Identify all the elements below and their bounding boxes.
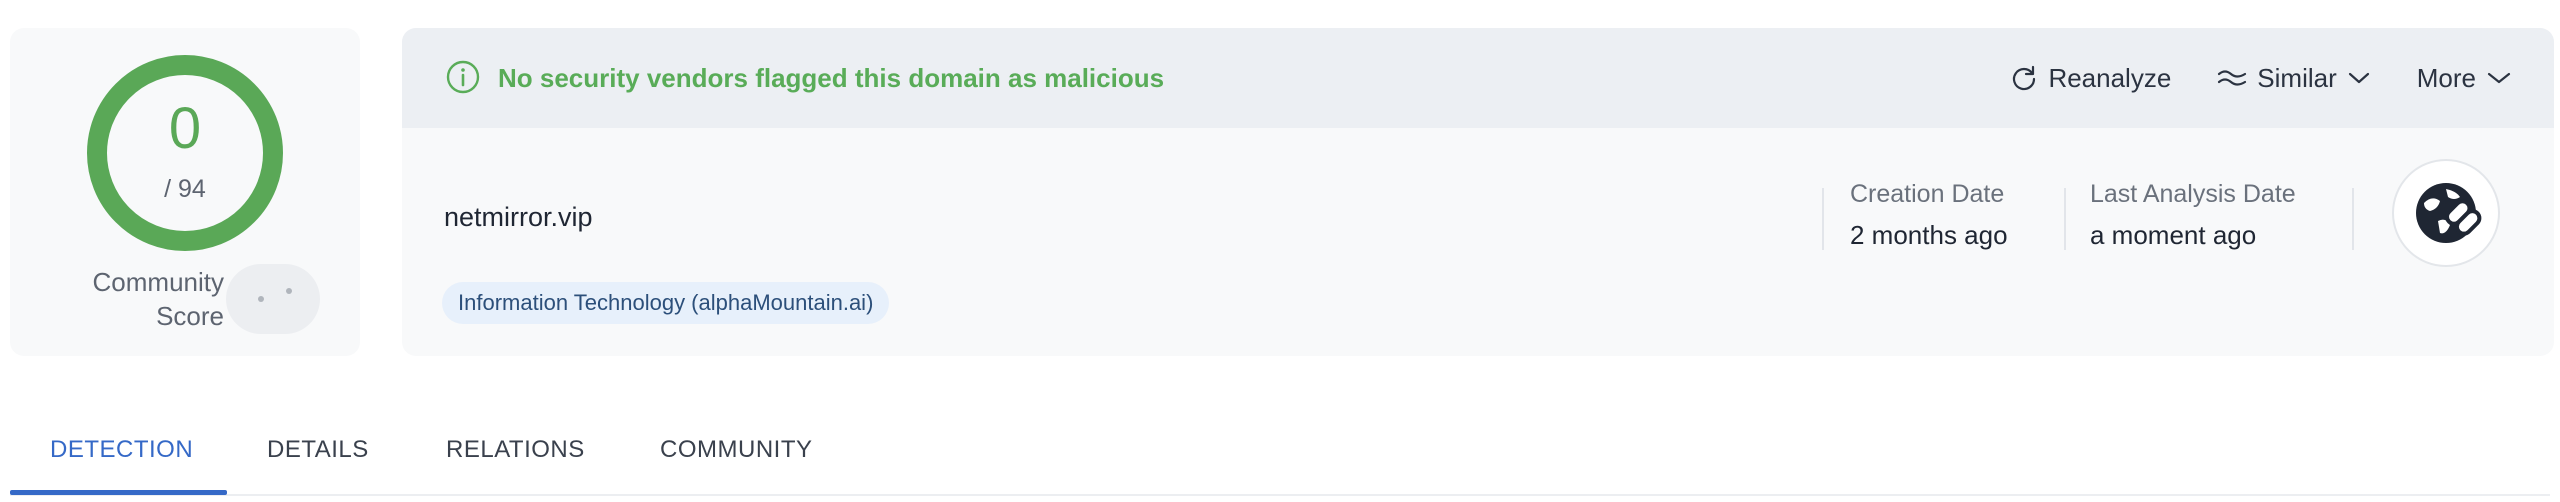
detection-score-card: 0 / 94 Community Score: [10, 28, 360, 356]
community-score-label: Community Score: [58, 265, 224, 333]
refresh-icon: [2013, 65, 2036, 91]
detection-score-total: / 94: [164, 175, 206, 203]
tab-detection[interactable]: DETECTION: [50, 436, 193, 464]
more-label: More: [2416, 62, 2476, 93]
category-tag[interactable]: Information Technology (alphaMountain.ai…: [442, 282, 890, 324]
creation-date-label: Creation Date: [1850, 180, 2005, 208]
similar-dropdown[interactable]: Similar: [2217, 63, 2370, 94]
globe-link-icon: [2416, 183, 2482, 243]
more-dropdown[interactable]: More: [2417, 63, 2512, 94]
tab-relations[interactable]: RELATIONS: [446, 436, 585, 464]
community-score-label-line2: Score: [156, 301, 224, 331]
detection-score-ring: 0 / 94: [85, 53, 285, 253]
verdict-message: No security vendors flagged this domain …: [498, 63, 1165, 93]
chevron-down-icon: [2348, 72, 2369, 84]
tab-community[interactable]: COMMUNITY: [660, 436, 812, 464]
creation-date-value: 2 months ago: [1850, 220, 2008, 250]
reanalyze-label: Reanalyze: [2048, 62, 2172, 93]
last-analysis-date-label: Last Analysis Date: [2090, 180, 2296, 208]
community-score-toggle[interactable]: [226, 264, 320, 334]
report-tabs: DETECTION DETAILS RELATIONS COMMUNITY: [10, 400, 2550, 496]
similar-label: Similar: [2257, 62, 2337, 93]
last-analysis-date-value: a moment ago: [2090, 220, 2257, 250]
meta-divider: [2352, 188, 2354, 250]
active-tab-indicator: [10, 490, 227, 495]
tab-details[interactable]: DETAILS: [267, 436, 369, 464]
reanalyze-button[interactable]: Reanalyze: [2010, 63, 2171, 94]
domain-name[interactable]: netmirror.vip: [444, 202, 593, 233]
detection-score-value: 0: [168, 96, 202, 161]
meta-divider: [1822, 188, 1824, 250]
entity-summary-card: No security vendors flagged this domain …: [402, 28, 2554, 356]
info-circle-icon: [446, 60, 480, 94]
domain-type-badge: [2392, 159, 2500, 267]
chevron-down-icon: [2487, 72, 2511, 84]
community-toggle-dot-right: [286, 288, 292, 294]
community-toggle-dot-left: [258, 296, 264, 302]
meta-divider: [2064, 188, 2066, 250]
similar-wave-icon: [2218, 70, 2247, 86]
banner-actions: Reanalyze Similar More: [2010, 56, 2512, 100]
community-score-label-line1: Community: [92, 267, 224, 297]
verdict-banner: No security vendors flagged this domain …: [402, 28, 2554, 128]
tabs-divider: [10, 494, 2550, 496]
